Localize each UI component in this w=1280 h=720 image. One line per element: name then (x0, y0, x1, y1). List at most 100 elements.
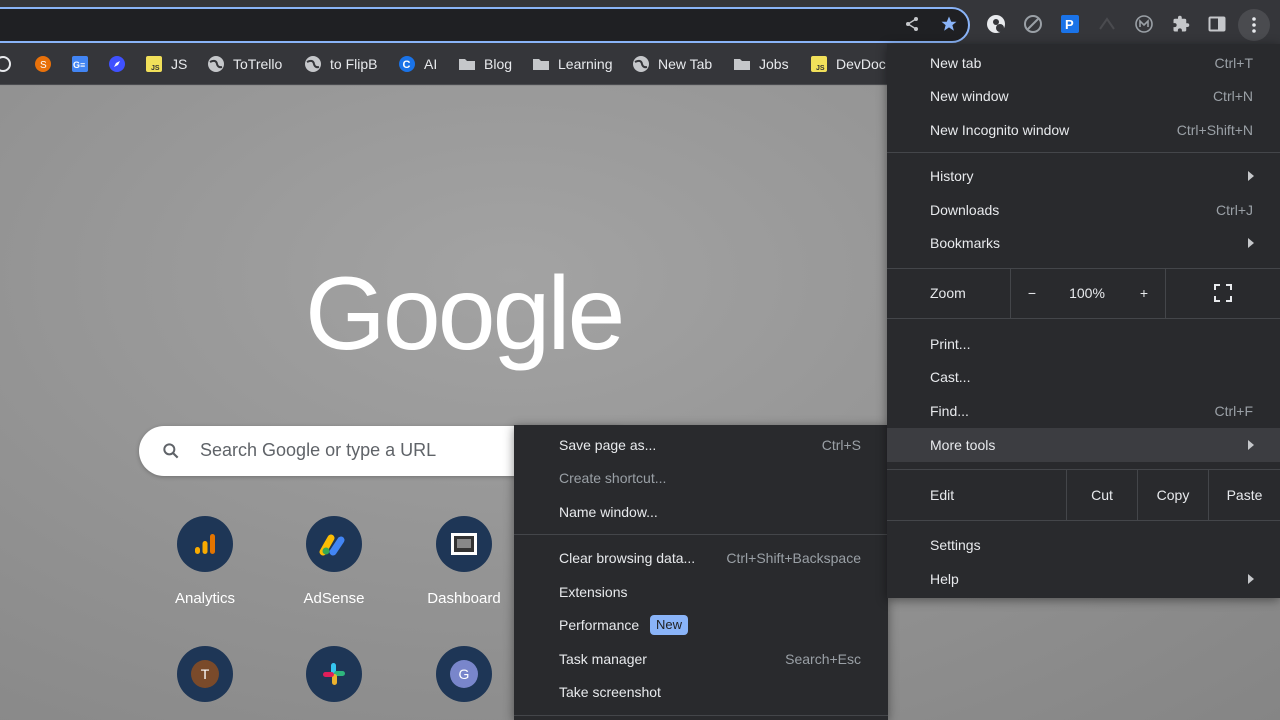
menu-item-label: Print... (930, 336, 971, 352)
bookmark-item[interactable]: New Tab (632, 54, 712, 74)
menu-item-history[interactable]: History (887, 159, 1280, 193)
bookmark-label: DevDoc (836, 56, 886, 72)
shortcut-label: AdSense (303, 590, 365, 607)
menu-item-label: Clear browsing data... (559, 550, 696, 566)
dark-extension-icon[interactable] (1097, 14, 1117, 34)
menu-item-help[interactable]: Help (887, 562, 1280, 596)
js-icon: JS (810, 55, 828, 73)
menu-item-shortcut: Ctrl+J (1216, 202, 1253, 218)
menu-item-label: Task manager (559, 651, 647, 667)
zoom-label: Zoom (930, 285, 966, 301)
menu-item-bookmarks[interactable]: Bookmarks (887, 226, 1280, 260)
shortcut-tile-adsense[interactable]: AdSense (279, 516, 389, 607)
fullscreen-button[interactable] (1166, 268, 1280, 318)
copy-button[interactable]: Copy (1138, 470, 1208, 520)
menu-item-new-window[interactable]: New window Ctrl+N (887, 79, 1280, 113)
chrome-main-menu: New tab Ctrl+T New window Ctrl+N New Inc… (887, 44, 1280, 598)
menu-item-save-page[interactable]: Save page as... Ctrl+S (514, 428, 888, 462)
menu-item-performance[interactable]: Performance New (514, 608, 888, 642)
bookmark-item[interactable]: Jobs (733, 54, 789, 74)
address-bar[interactable] (0, 7, 970, 43)
shortcut-tile-dashboard[interactable]: Dashboard (409, 516, 519, 607)
shortcut-tile-slack[interactable] (279, 646, 389, 702)
bookmark-item[interactable]: C AI (398, 54, 437, 74)
shortcut-label: Dashboard (427, 590, 501, 607)
menu-item-shortcut: Ctrl+S (821, 437, 861, 453)
bookmark-item[interactable] (108, 54, 126, 74)
menu-item-clear-browsing-data[interactable]: Clear browsing data... Ctrl+Shift+Backsp… (514, 541, 888, 575)
menu-item-task-manager[interactable]: Task manager Search+Esc (514, 642, 888, 676)
menu-divider (514, 534, 888, 535)
bookmark-item[interactable]: Blog (458, 54, 512, 74)
menu-item-find[interactable]: Find... Ctrl+F (887, 394, 1280, 428)
menu-item-shortcut: Ctrl+Shift+Backspace (726, 550, 861, 566)
cut-button[interactable]: Cut (1067, 470, 1137, 520)
shortcut-tile-analytics[interactable]: Analytics (150, 516, 260, 607)
more-tools-submenu: Save page as... Ctrl+S Create shortcut..… (514, 425, 888, 720)
avatar-initial: G (450, 660, 478, 688)
avatar: T (177, 646, 233, 702)
submenu-arrow-icon (1248, 171, 1254, 181)
svg-text:S: S (40, 60, 47, 71)
menu-item-new-incognito-window[interactable]: New Incognito window Ctrl+Shift+N (887, 113, 1280, 147)
menu-item-cast[interactable]: Cast... (887, 360, 1280, 394)
avatar-initial: T (191, 660, 219, 688)
menu-item-label: New window (930, 88, 1009, 104)
zoom-in-button[interactable]: + (1121, 268, 1167, 318)
bookmark-item[interactable]: JS DevDoc (810, 54, 886, 74)
svg-text:C: C (403, 59, 411, 71)
bookmark-item[interactable] (0, 54, 12, 74)
share-icon[interactable] (903, 15, 921, 33)
submenu-arrow-icon (1248, 440, 1254, 450)
extensions-puzzle-icon[interactable] (1171, 14, 1191, 34)
edit-label: Edit (930, 487, 955, 503)
side-panel-icon[interactable] (1207, 14, 1227, 34)
m-extension-icon[interactable] (1134, 14, 1154, 34)
paste-button[interactable]: Paste (1209, 470, 1280, 520)
menu-item-label: Settings (930, 537, 981, 553)
menu-item-shortcut: Ctrl+F (1214, 403, 1254, 419)
blocked-extension-icon[interactable] (1023, 14, 1043, 34)
menu-item-extensions[interactable]: Extensions (514, 575, 888, 609)
github-icon (0, 55, 12, 73)
menu-item-shortcut: Search+Esc (785, 651, 861, 667)
bookmark-item[interactable]: Learning (532, 54, 613, 74)
shortcut-tile-t[interactable]: T (150, 646, 260, 702)
p-extension-icon[interactable]: P (1060, 14, 1080, 34)
star-bookmark-icon[interactable] (940, 15, 958, 33)
menu-item-downloads[interactable]: Downloads Ctrl+J (887, 193, 1280, 227)
menu-item-new-tab[interactable]: New tab Ctrl+T (887, 46, 1280, 80)
zoom-out-button[interactable]: − (1011, 268, 1053, 318)
zoom-row: Zoom − 100% + (887, 268, 1280, 318)
js-icon: JS (145, 55, 163, 73)
menu-divider (887, 318, 1280, 319)
bookmark-item[interactable]: ToTrello (207, 54, 282, 74)
bookmark-item[interactable]: S (34, 54, 52, 74)
menu-item-name-window[interactable]: Name window... (514, 495, 888, 529)
menu-item-settings[interactable]: Settings (887, 528, 1280, 562)
svg-text:JS: JS (816, 65, 825, 72)
adsense-icon (306, 516, 362, 572)
avatar: G (436, 646, 492, 702)
menu-item-more-tools[interactable]: More tools (887, 428, 1280, 462)
menu-divider (514, 715, 888, 716)
menu-item-label: Performance (559, 617, 640, 633)
globe-icon (207, 55, 225, 73)
menu-item-label: Help (930, 571, 959, 587)
bookmark-item[interactable]: JS JS (145, 54, 187, 74)
bookmark-item[interactable]: G≡ (71, 54, 89, 74)
chrome-menu-button[interactable] (1238, 9, 1270, 41)
bookmark-label: AI (424, 56, 438, 72)
c-logo-icon: C (398, 55, 416, 73)
profile-extension-icon[interactable] (986, 14, 1006, 34)
menu-item-label: Create shortcut... (559, 470, 667, 486)
slack-icon (306, 646, 362, 702)
more-vert-icon (1252, 17, 1256, 33)
menu-item-take-screenshot[interactable]: Take screenshot (514, 675, 888, 709)
menu-item-shortcut: Ctrl+T (1214, 55, 1254, 71)
shortcut-tile-g[interactable]: G (409, 646, 519, 702)
analytics-icon (177, 516, 233, 572)
menu-item-print[interactable]: Print... (887, 327, 1280, 361)
bookmark-item[interactable]: to FlipB (304, 54, 377, 74)
menu-item-label: More tools (930, 437, 996, 453)
